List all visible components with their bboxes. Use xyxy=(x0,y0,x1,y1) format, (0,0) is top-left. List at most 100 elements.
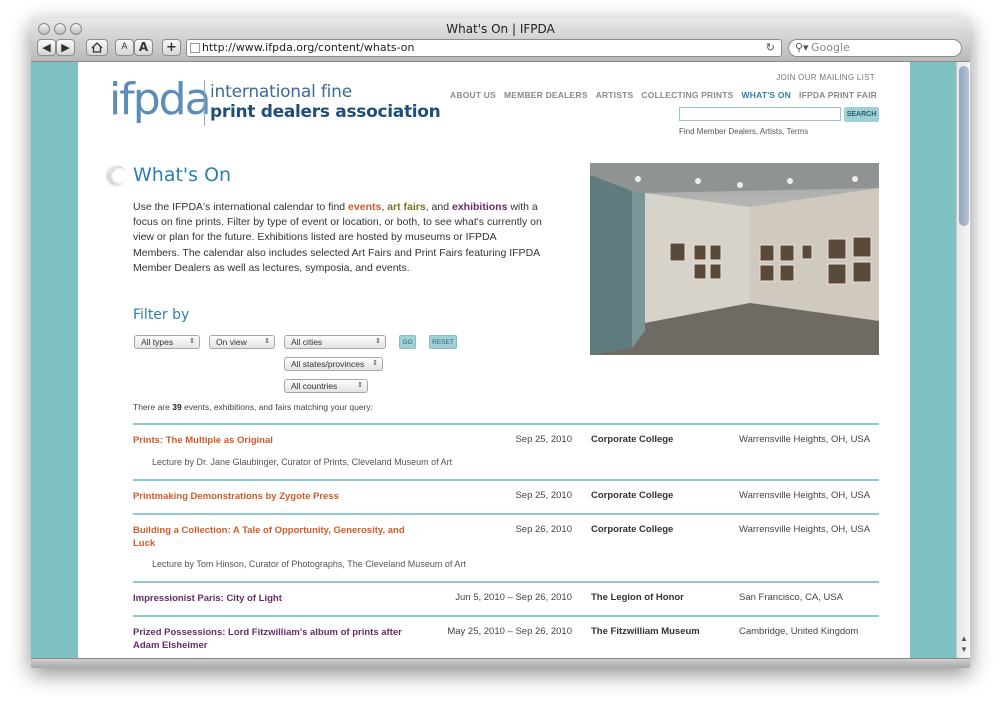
forward-button[interactable]: ▶ xyxy=(56,39,75,56)
select-arrows-icon: ⇕ xyxy=(375,338,381,345)
country-select-value: All countries xyxy=(291,381,338,391)
gallery-image xyxy=(590,163,879,355)
nav-collecting-prints[interactable]: COLLECTING PRINTS xyxy=(641,90,733,100)
event-row: Building a Collection: A Tale of Opportu… xyxy=(133,515,879,581)
scroll-down-arrow-icon[interactable]: ▼ xyxy=(959,645,969,655)
type-select-value: All types xyxy=(141,337,174,347)
event-title-link[interactable]: Prized Possessions: Lord Fitzwilliam's a… xyxy=(133,626,423,652)
intro-separator: , and xyxy=(425,201,452,213)
nav-print-fair[interactable]: IFPDA PRINT FAIR xyxy=(799,90,877,100)
scrollbar-thumb[interactable] xyxy=(959,66,969,226)
add-bookmark-button[interactable]: + xyxy=(162,39,181,56)
event-date: May 25, 2010 – Sep 26, 2010 xyxy=(447,626,572,637)
state-select-value: All states/provinces xyxy=(291,359,365,369)
select-arrows-icon: ⇕ xyxy=(264,338,270,345)
select-arrows-icon: ⇕ xyxy=(372,360,378,367)
reload-icon[interactable]: ↻ xyxy=(766,40,775,56)
event-row: Printmaking Demonstrations by Zygote Pre… xyxy=(133,481,879,513)
reset-button[interactable]: RESET xyxy=(429,335,457,349)
text-smaller-button[interactable]: A xyxy=(115,39,134,56)
result-count-text: events, exhibitions, and fairs matching … xyxy=(181,402,374,412)
events-link[interactable]: events xyxy=(348,201,381,213)
home-button[interactable] xyxy=(86,39,108,56)
event-date: Sep 25, 2010 xyxy=(515,490,572,501)
search-hint: Find Member Dealers, Artists, Terms xyxy=(679,127,809,136)
events-list: Prints: The Multiple as Original Sep 25,… xyxy=(133,423,879,657)
magnifier-icon: ⚲▾ xyxy=(795,41,809,54)
intro-text: Use the IFPDA's international calendar t… xyxy=(133,201,349,213)
event-venue: Corporate College xyxy=(591,434,674,445)
event-date: Sep 26, 2010 xyxy=(515,524,572,535)
browser-search-field[interactable]: ⚲▾ Google xyxy=(788,39,962,57)
back-arrow-icon: ◀ xyxy=(42,41,51,54)
event-date: Jun 5, 2010 – Sep 26, 2010 xyxy=(455,592,572,603)
nav-whats-on[interactable]: WHAT'S ON xyxy=(742,90,791,100)
logo-mark[interactable]: ifpda xyxy=(109,77,212,123)
nav-about-us[interactable]: ABOUT US xyxy=(450,90,496,100)
url-text: http://www.ifpda.org/content/whats-on xyxy=(202,41,415,54)
nav-artists[interactable]: ARTISTS xyxy=(596,90,634,100)
forward-arrow-icon: ▶ xyxy=(61,41,70,54)
select-arrows-icon: ⇕ xyxy=(357,382,363,389)
country-select[interactable]: All countries ⇕ xyxy=(284,379,368,393)
page-title: What's On xyxy=(133,164,232,186)
event-title-link[interactable]: Printmaking Demonstrations by Zygote Pre… xyxy=(133,490,423,503)
main-nav: ABOUT US MEMBER DEALERS ARTISTS COLLECTI… xyxy=(450,90,877,100)
exhibitions-link[interactable]: exhibitions xyxy=(452,201,507,213)
result-count-number: 39 xyxy=(172,402,182,412)
status-bar xyxy=(31,658,970,668)
web-page: ifpda international fine print dealers a… xyxy=(78,62,910,658)
event-row: Impressionist Paris: City of Light Jun 5… xyxy=(133,583,879,615)
page-favicon-icon xyxy=(190,43,200,53)
logo-divider xyxy=(204,80,205,126)
event-description: Lecture by Tom Hinson, Curator of Photog… xyxy=(152,559,466,569)
event-location: Warrensville Heights, OH, USA xyxy=(739,434,871,445)
event-venue: The Legion of Honor xyxy=(591,592,684,603)
event-location: Warrensville Heights, OH, USA xyxy=(739,490,871,501)
filter-heading: Filter by xyxy=(133,307,190,323)
scroll-up-arrow-icon[interactable]: ▲ xyxy=(959,634,969,644)
event-title-link[interactable]: Building a Collection: A Tale of Opportu… xyxy=(133,524,423,550)
event-row: Prized Possessions: Lord Fitzwilliam's a… xyxy=(133,617,879,657)
gallery-photo xyxy=(590,163,879,355)
logo-text-line1: international fine xyxy=(210,82,352,102)
section-bullet-icon xyxy=(109,166,127,184)
go-button[interactable]: GO xyxy=(399,335,416,349)
text-larger-button[interactable]: A xyxy=(134,39,153,56)
timing-select[interactable]: On view ⇕ xyxy=(209,335,275,349)
event-title-link[interactable]: Prints: The Multiple as Original xyxy=(133,434,423,447)
event-date: Sep 25, 2010 xyxy=(515,434,572,445)
event-row: Prints: The Multiple as Original Sep 25,… xyxy=(133,425,879,479)
event-description: Lecture by Dr. Jane Glaubinger, Curator … xyxy=(152,457,453,467)
timing-select-value: On view xyxy=(216,337,247,347)
select-arrows-icon: ⇕ xyxy=(189,338,195,345)
event-venue: Corporate College xyxy=(591,490,674,501)
intro-paragraph: Use the IFPDA's international calendar t… xyxy=(133,200,543,276)
event-venue: Corporate College xyxy=(591,524,674,535)
title-bar: What's On | IFPDA ◀ ▶ A A + http://www.i… xyxy=(31,18,970,62)
window-title: What's On | IFPDA xyxy=(446,22,555,36)
result-count: There are 39 events, exhibitions, and fa… xyxy=(133,402,373,412)
city-select[interactable]: All cities ⇕ xyxy=(284,335,386,349)
art-fairs-link[interactable]: art fairs xyxy=(387,201,426,213)
event-location: San Francisco, CA, USA xyxy=(739,592,844,603)
home-icon xyxy=(91,42,103,53)
nav-member-dealers[interactable]: MEMBER DEALERS xyxy=(504,90,588,100)
site-search-button[interactable]: SEARCH xyxy=(844,107,879,122)
back-button[interactable]: ◀ xyxy=(37,39,56,56)
event-location: Cambridge, United Kingdom xyxy=(739,626,859,637)
state-select[interactable]: All states/provinces ⇕ xyxy=(284,357,383,371)
city-select-value: All cities xyxy=(291,337,323,347)
browser-window: What's On | IFPDA ◀ ▶ A A + http://www.i… xyxy=(31,18,970,668)
vertical-scrollbar[interactable]: ▲ ▼ xyxy=(956,62,970,658)
result-count-text: There are xyxy=(133,402,173,412)
browser-search-placeholder: Google xyxy=(811,41,850,54)
mailing-list-link[interactable]: JOIN OUR MAILING LIST xyxy=(776,73,875,82)
event-title-link[interactable]: Impressionist Paris: City of Light xyxy=(133,592,423,605)
type-select[interactable]: All types ⇕ xyxy=(134,335,200,349)
address-bar[interactable]: http://www.ifpda.org/content/whats-on ↻ xyxy=(186,39,782,57)
event-location: Warrensville Heights, OH, USA xyxy=(739,524,871,535)
logo-text-line2: print dealers association xyxy=(210,102,441,122)
site-search-input[interactable] xyxy=(679,107,841,121)
event-venue: The Fitzwilliam Museum xyxy=(591,626,700,637)
